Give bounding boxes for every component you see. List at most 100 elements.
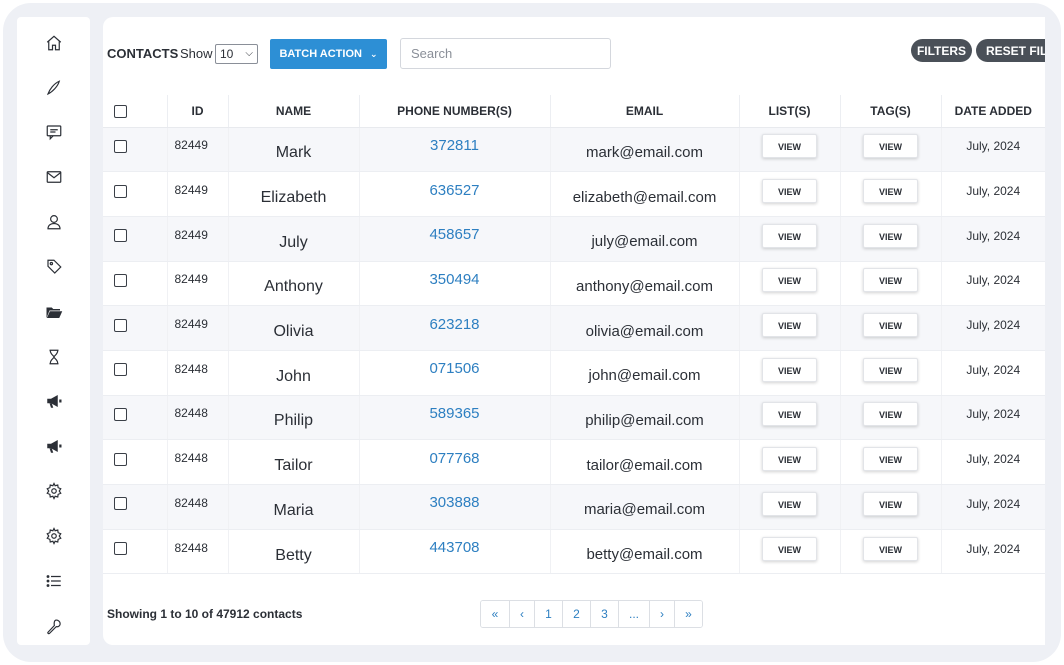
showing-count: Showing 1 to 10 of 47912 contacts xyxy=(107,607,303,621)
row-checkbox[interactable] xyxy=(114,139,127,153)
contact-phone-link[interactable]: 458657 xyxy=(429,226,479,243)
tag-icon[interactable] xyxy=(42,255,66,279)
pagination-page-1[interactable]: 1 xyxy=(534,601,562,627)
tags-cell: VIEW xyxy=(839,395,941,441)
view-lists-button[interactable]: VIEW xyxy=(762,313,817,338)
search-input[interactable] xyxy=(400,38,611,69)
column-header-date[interactable]: DATE ADDED xyxy=(940,95,1045,128)
view-lists-button[interactable]: VIEW xyxy=(762,536,817,561)
view-lists-button[interactable]: VIEW xyxy=(762,491,817,516)
pen-icon[interactable] xyxy=(42,76,66,100)
column-header-lists[interactable]: LIST(S) xyxy=(738,95,840,128)
row-checkbox[interactable] xyxy=(114,273,127,287)
row-checkbox[interactable] xyxy=(114,542,127,556)
view-lists-button[interactable]: VIEW xyxy=(762,134,817,159)
view-lists-button[interactable]: VIEW xyxy=(762,357,817,382)
wrench-icon[interactable] xyxy=(42,615,66,639)
pagination: «‹ 1 2 3... ›» xyxy=(480,600,703,628)
page-size-select[interactable]: 10 ⌵ xyxy=(215,44,258,64)
reset-filters-button[interactable]: RESET FILTERS xyxy=(976,39,1045,62)
folder-icon[interactable] xyxy=(42,300,66,324)
column-header-name[interactable]: NAME xyxy=(227,95,359,128)
batch-action-button[interactable]: BATCH ACTION ⌄ xyxy=(270,39,387,69)
row-select-cell xyxy=(103,305,167,351)
home-icon[interactable] xyxy=(42,31,66,55)
chevron-down-icon: ⌵ xyxy=(245,48,253,59)
view-tags-button[interactable]: VIEW xyxy=(863,134,918,159)
megaphone-icon[interactable] xyxy=(42,434,66,458)
table-row[interactable]: 82449 July 458657 july@email.com VIEW VIEW Jul… xyxy=(103,216,1045,262)
table-row[interactable]: 82449 Olivia 623218 olivia@email.com VIEW VIE… xyxy=(103,305,1045,351)
view-lists-button[interactable]: VIEW xyxy=(762,447,817,472)
column-header-phone[interactable]: PHONE NUMBER(S) xyxy=(358,95,550,128)
view-tags-button[interactable]: VIEW xyxy=(863,357,918,382)
view-lists-button[interactable]: VIEW xyxy=(762,402,817,427)
contact-phone-link[interactable]: 350494 xyxy=(429,271,479,288)
filters-button[interactable]: FILTERS xyxy=(911,39,972,62)
table-row[interactable]: 82448 Betty 443708 betty@email.com VIEW VIEW J… xyxy=(103,529,1045,575)
lists-cell: VIEW xyxy=(738,305,840,351)
contact-id: 82449 xyxy=(166,171,228,217)
view-tags-button[interactable]: VIEW xyxy=(863,223,918,248)
row-checkbox[interactable] xyxy=(114,318,127,332)
pagination-prev[interactable]: ‹ xyxy=(509,601,534,627)
contact-phone-cell: 623218 xyxy=(358,305,550,351)
gear-icon[interactable] xyxy=(42,524,66,548)
contact-phone-link[interactable]: 623218 xyxy=(429,316,479,333)
table-row[interactable]: 82448 Maria 303888 maria@email.com VIEW VIEW J… xyxy=(103,484,1045,530)
pagination-page-3[interactable]: 3 xyxy=(590,601,618,627)
table-row[interactable]: 82448 John 071506 john@email.com VIEW VIEW Jul… xyxy=(103,350,1045,396)
contact-name: July xyxy=(227,216,359,262)
lists-cell: VIEW xyxy=(738,484,840,530)
view-tags-button[interactable]: VIEW xyxy=(863,268,918,293)
pagination-page-2[interactable]: 2 xyxy=(562,601,590,627)
table-row[interactable]: 82449 Anthony 350494 anthony@email.com VIEW V… xyxy=(103,261,1045,307)
user-icon[interactable] xyxy=(42,210,66,234)
contact-phone-link[interactable]: 636527 xyxy=(429,182,479,199)
column-header-id[interactable]: ID xyxy=(166,95,228,128)
contact-phone-link[interactable]: 372811 xyxy=(430,137,479,154)
table-row[interactable]: 82448 Tailor 077768 tailor@email.com VIEW VIE… xyxy=(103,439,1045,485)
date-added: July, 2024 xyxy=(940,261,1045,307)
view-tags-button[interactable]: VIEW xyxy=(863,313,918,338)
contact-id: 82448 xyxy=(166,484,228,530)
row-checkbox[interactable] xyxy=(114,184,127,198)
row-checkbox[interactable] xyxy=(114,408,127,421)
gear-icon[interactable] xyxy=(42,479,66,503)
contact-phone-link[interactable]: 071506 xyxy=(429,360,479,377)
table-row[interactable]: 82448 Philip 589365 philip@email.com VIEW VIE… xyxy=(103,395,1045,441)
contact-phone-link[interactable]: 443708 xyxy=(429,539,479,556)
message-icon[interactable] xyxy=(42,120,66,144)
hourglass-icon[interactable] xyxy=(42,345,66,369)
view-tags-button[interactable]: VIEW xyxy=(863,402,918,427)
select-all-checkbox[interactable] xyxy=(114,104,127,118)
view-lists-button[interactable]: VIEW xyxy=(762,223,817,248)
contact-phone-link[interactable]: 589365 xyxy=(429,405,479,422)
row-checkbox[interactable] xyxy=(114,452,127,466)
column-header-tags[interactable]: TAG(S) xyxy=(839,95,941,128)
contact-id: 82448 xyxy=(166,439,228,485)
megaphone-icon[interactable] xyxy=(42,389,66,413)
view-tags-button[interactable]: VIEW xyxy=(863,491,918,516)
contact-phone-cell: 350494 xyxy=(358,261,550,307)
pagination-next[interactable]: › xyxy=(649,601,674,627)
view-tags-button[interactable]: VIEW xyxy=(863,447,918,472)
pagination-first[interactable]: « xyxy=(481,601,509,627)
list-icon[interactable] xyxy=(42,569,66,593)
table-row[interactable]: 82449 Mark 372811 mark@email.com VIEW VIEW Jul… xyxy=(103,127,1045,173)
row-checkbox[interactable] xyxy=(114,497,127,511)
view-lists-button[interactable]: VIEW xyxy=(762,179,817,204)
date-added: July, 2024 xyxy=(940,350,1045,396)
row-checkbox[interactable] xyxy=(114,229,127,243)
column-header-email[interactable]: EMAIL xyxy=(549,95,739,128)
contact-phone-link[interactable]: 303888 xyxy=(429,494,479,511)
view-lists-button[interactable]: VIEW xyxy=(762,268,817,293)
table-row[interactable]: 82449 Elizabeth 636527 elizabeth@email.com V… xyxy=(103,171,1045,217)
contact-phone-link[interactable]: 077768 xyxy=(429,450,479,467)
pagination-last[interactable]: » xyxy=(674,601,702,627)
row-checkbox[interactable] xyxy=(114,363,127,377)
view-tags-button[interactable]: VIEW xyxy=(863,179,918,204)
view-tags-button[interactable]: VIEW xyxy=(863,536,918,561)
pagination-ellipsis[interactable]: ... xyxy=(618,601,649,627)
mail-icon[interactable] xyxy=(42,165,66,189)
